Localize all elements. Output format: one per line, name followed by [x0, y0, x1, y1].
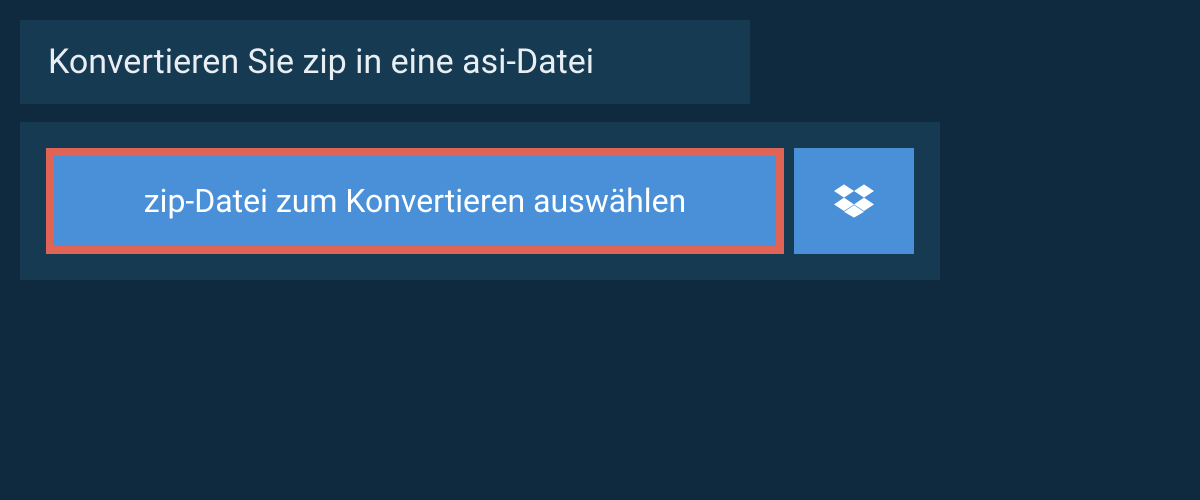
dropbox-button[interactable] [794, 148, 914, 254]
header-bar: Konvertieren Sie zip in eine asi-Datei [20, 20, 750, 104]
upload-section: zip-Datei zum Konvertieren auswählen [20, 122, 940, 280]
dropbox-icon [834, 181, 874, 221]
select-file-button[interactable]: zip-Datei zum Konvertieren auswählen [46, 148, 784, 254]
page-title: Konvertieren Sie zip in eine asi-Datei [48, 42, 722, 82]
select-file-label: zip-Datei zum Konvertieren auswählen [144, 182, 686, 220]
